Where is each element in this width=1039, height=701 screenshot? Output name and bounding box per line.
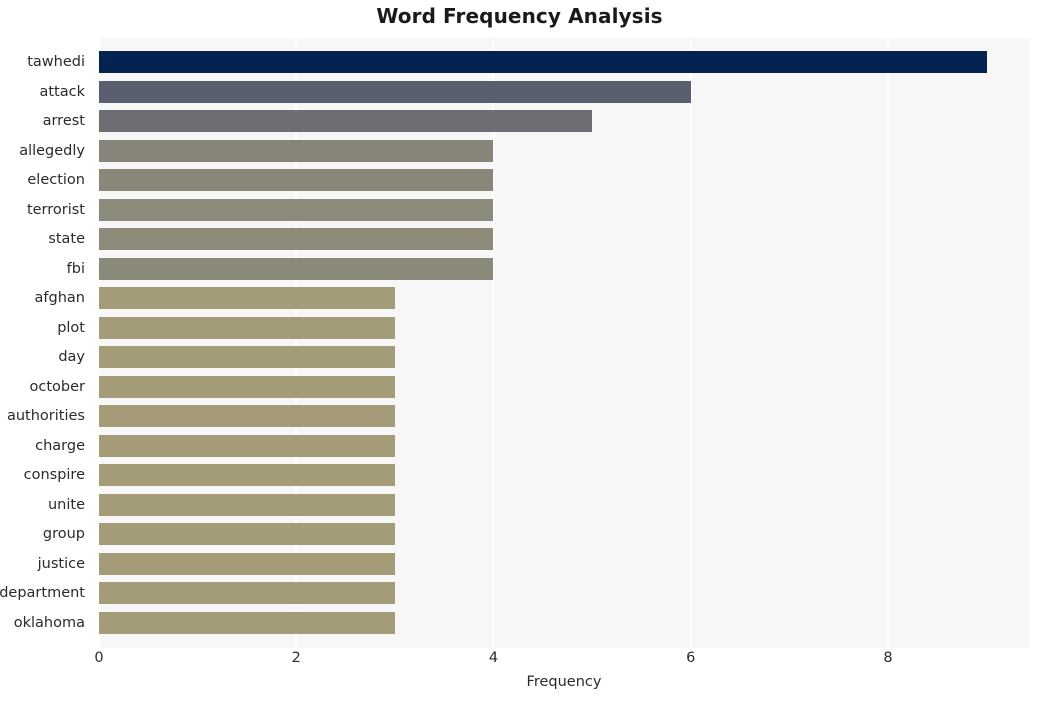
y-tick-label-unite: unite — [47, 496, 85, 513]
bar-october[interactable] — [99, 375, 395, 398]
y-tick-label-authorities: authorities — [6, 408, 85, 425]
bar-authorities[interactable] — [99, 405, 395, 428]
y-tick-label-october: october — [29, 378, 86, 395]
y-tick-label-department: department — [0, 585, 85, 602]
chart-figure: Word Frequency Analysis tawhedi attack arr… — [0, 0, 1039, 701]
x-tick-label-8: 8 — [883, 650, 893, 666]
bar-election[interactable] — [99, 169, 494, 192]
y-tick-label-charge: charge — [35, 437, 85, 454]
bar-day[interactable] — [99, 346, 395, 369]
y-tick-label-allegedly: allegedly — [19, 142, 85, 159]
x-tick-label-4: 4 — [488, 650, 499, 666]
page-title: Word Frequency Analysis — [376, 4, 663, 28]
bars-container — [99, 38, 1029, 648]
y-tick-label-oklahoma: oklahoma — [13, 614, 85, 631]
y-tick-label-conspire: conspire — [23, 467, 85, 484]
y-tick-label-fbi: fbi — [66, 260, 85, 277]
bar-oklahoma[interactable] — [99, 611, 395, 634]
bar-conspire[interactable] — [99, 464, 395, 487]
bar-unite[interactable] — [99, 493, 395, 516]
bar-tawhedi[interactable] — [99, 51, 987, 73]
bar-justice[interactable] — [99, 552, 395, 575]
y-tick-label-state: state — [48, 231, 85, 248]
y-tick-label-afghan: afghan — [34, 290, 85, 307]
x-tick-label-6: 6 — [686, 650, 696, 666]
x-axis-tick-labels: 0 2 4 6 8 — [94, 650, 1029, 674]
bar-charge[interactable] — [99, 434, 395, 457]
bar-attack[interactable] — [99, 80, 691, 103]
y-tick-label-tawhedi: tawhedi — [27, 54, 85, 70]
y-tick-label-group: group — [42, 526, 85, 543]
y-tick-label-terrorist: terrorist — [26, 201, 85, 218]
y-tick-label-attack: attack — [39, 83, 85, 100]
bar-plot[interactable] — [99, 316, 395, 339]
y-tick-label-arrest: arrest — [42, 113, 85, 129]
bar-afghan[interactable] — [99, 287, 395, 310]
y-tick-label-day: day — [58, 349, 85, 366]
y-tick-label-justice: justice — [37, 555, 85, 572]
plot-area — [99, 38, 1029, 648]
bar-group[interactable] — [99, 523, 395, 546]
bar-allegedly[interactable] — [99, 139, 494, 162]
bar-department[interactable] — [99, 582, 395, 605]
x-tick-label-2: 2 — [291, 650, 301, 666]
y-tick-label-election: election — [27, 172, 85, 189]
bar-state[interactable] — [99, 228, 494, 251]
y-axis-tick-labels: tawhedi attack arrest allegedly election terr… — [0, 38, 92, 648]
y-tick-label-plot: plot — [57, 319, 85, 336]
x-axis-title: Frequency — [526, 674, 602, 690]
x-tick-label-0: 0 — [94, 650, 104, 666]
bar-fbi[interactable] — [99, 257, 494, 280]
bar-arrest[interactable] — [99, 110, 593, 132]
bar-terrorist[interactable] — [99, 198, 494, 221]
